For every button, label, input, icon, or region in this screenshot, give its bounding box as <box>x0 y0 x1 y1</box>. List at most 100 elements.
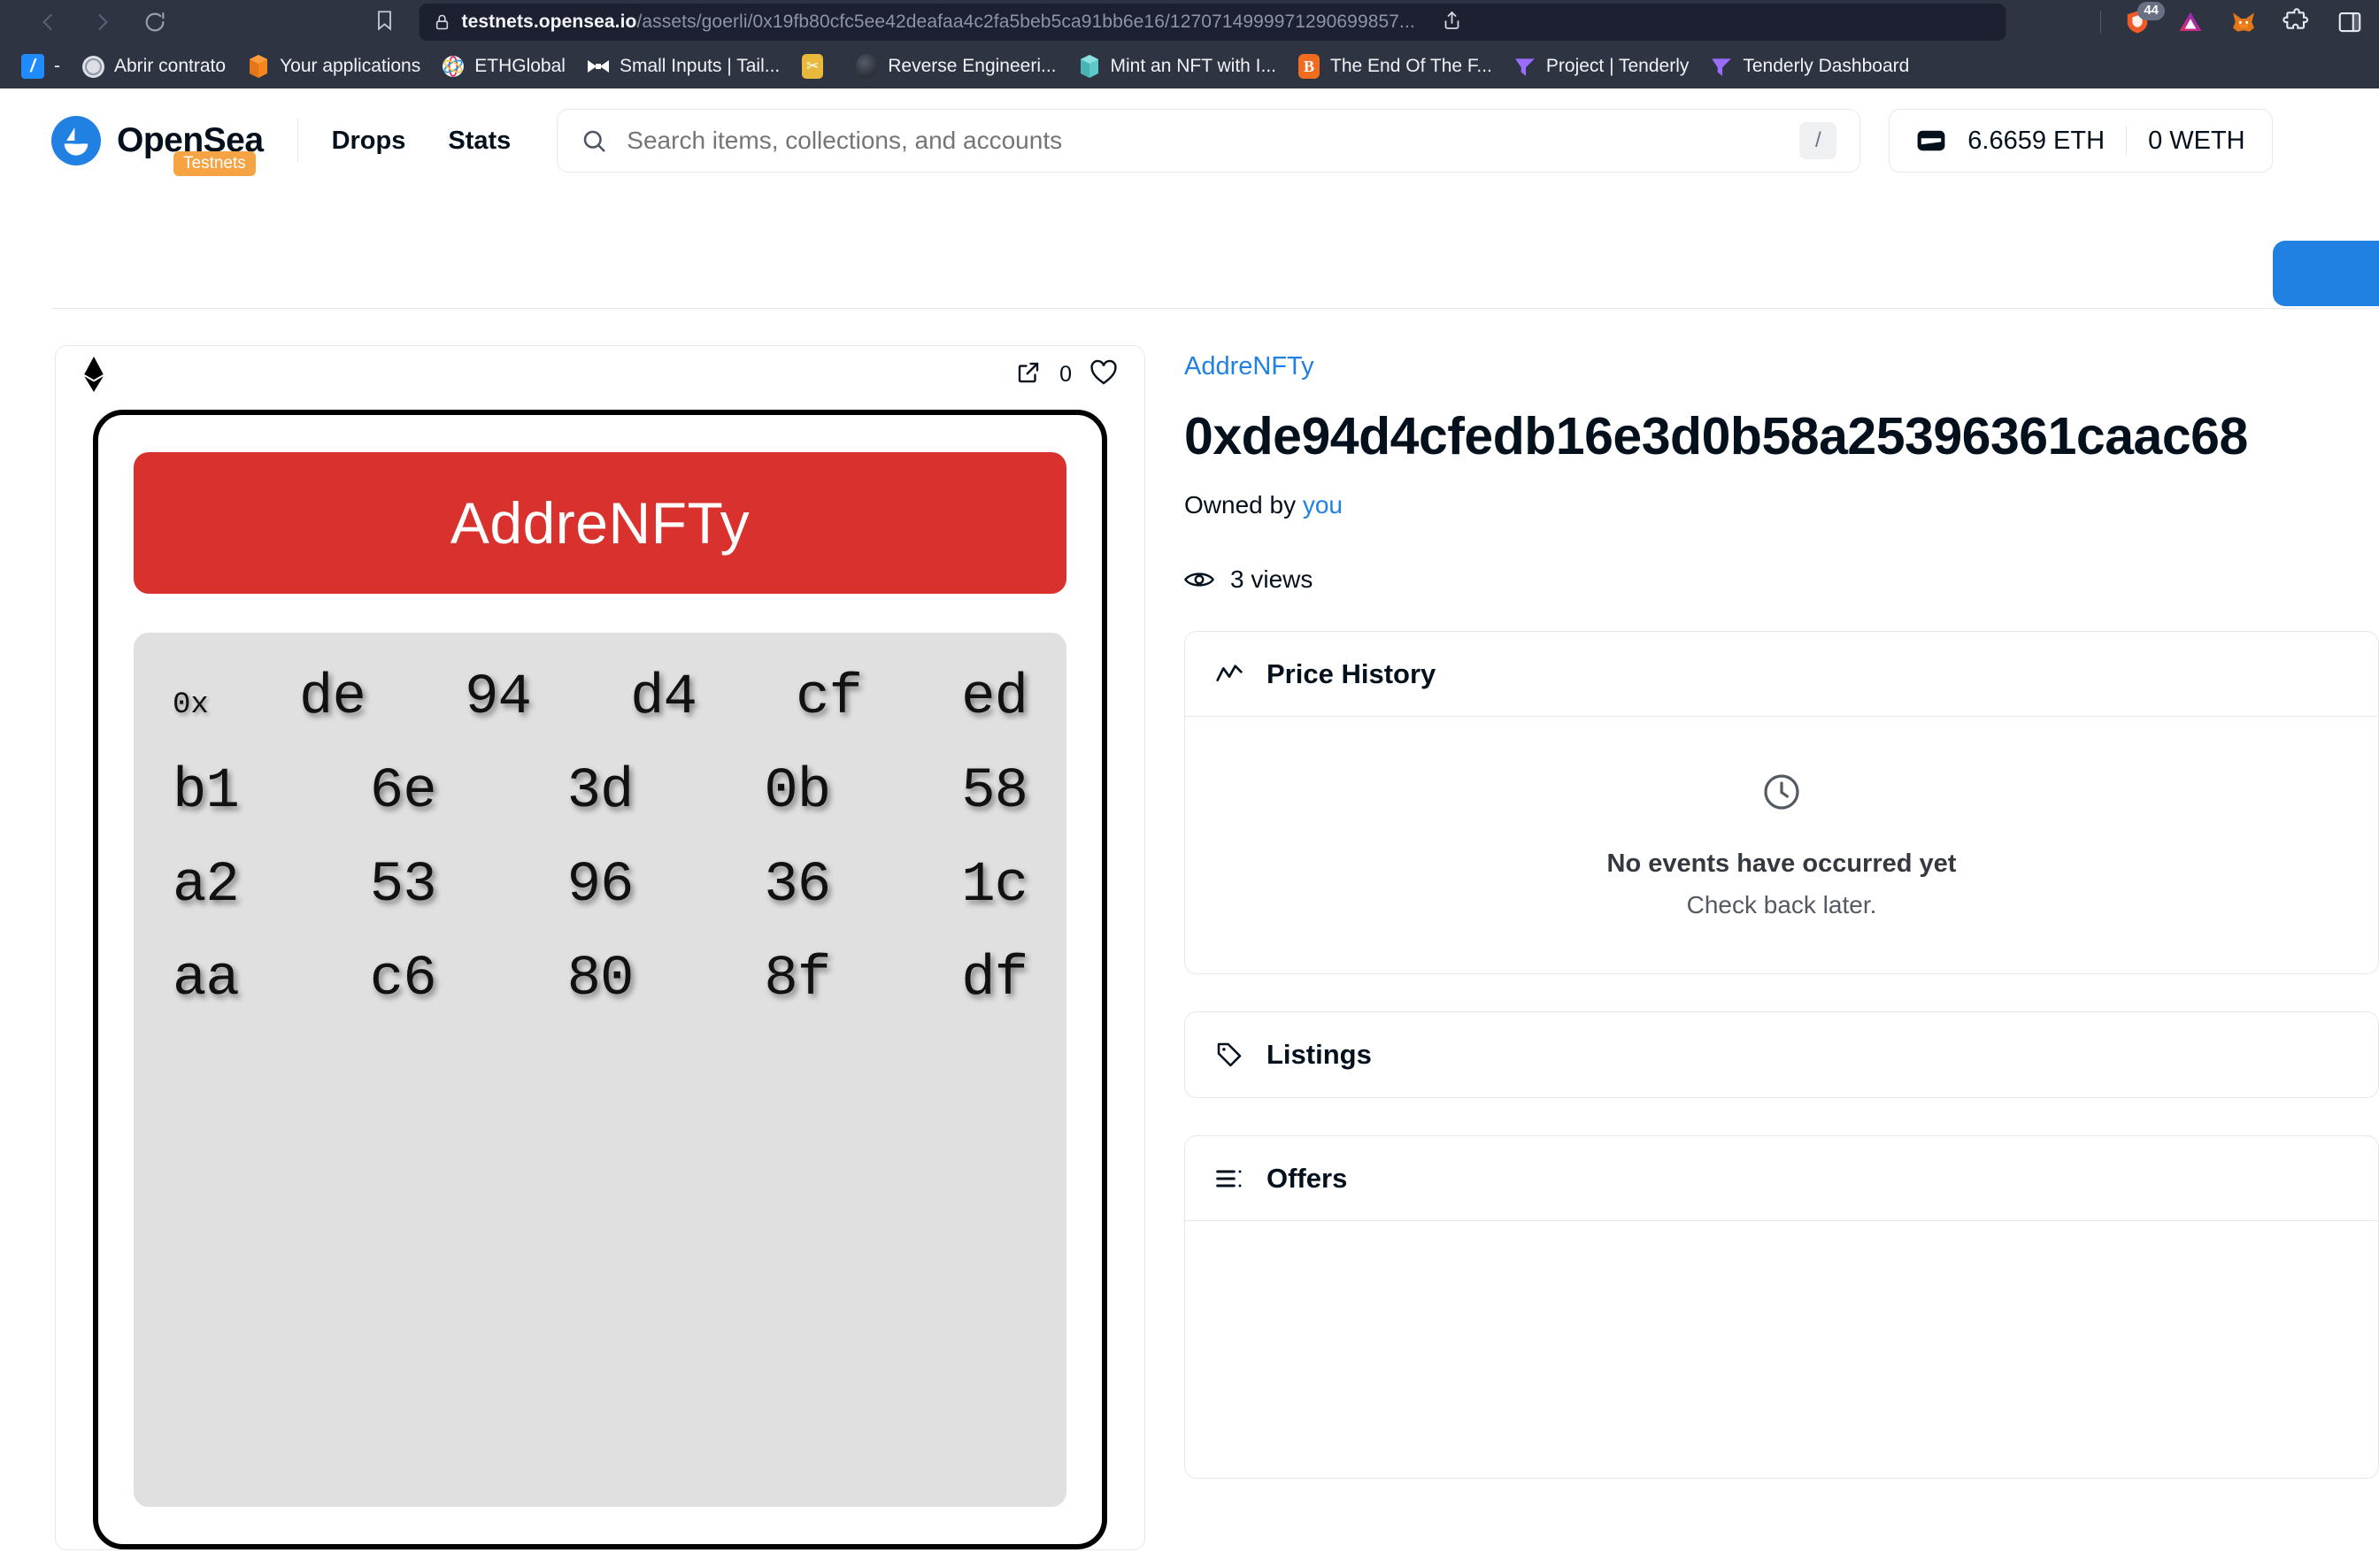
hex-cell: 96 <box>566 854 635 918</box>
owner-link[interactable]: you <box>1303 491 1343 519</box>
bookmark-item[interactable]: B The End Of The F... <box>1287 50 1503 82</box>
listings-panel: Listings <box>1184 1011 2379 1098</box>
orange-cube-favicon <box>247 55 270 78</box>
navigation-buttons <box>34 7 170 37</box>
nft-card-toolbar: 0 <box>56 346 1144 403</box>
lock-icon <box>434 12 451 32</box>
views-count: 3 views <box>1230 565 1313 593</box>
bookmark-item[interactable]: Tenderly Dashboard <box>1699 50 1920 82</box>
bookmark-label: Abrir contrato <box>114 56 227 76</box>
teal-cube-favicon <box>1078 55 1101 78</box>
hex-cell: ed <box>961 666 1028 730</box>
price-history-header[interactable]: Price History <box>1185 632 2378 717</box>
toolbar-divider <box>2100 11 2101 34</box>
hex-cell: 3d <box>566 760 635 824</box>
bookmark-item[interactable]: ✂ <box>790 50 844 82</box>
brave-rewards-triangle-icon[interactable] <box>2174 5 2207 39</box>
nft-card-actions: 0 <box>1015 359 1118 390</box>
hex-cell: 80 <box>566 948 635 1011</box>
brave-shields-icon[interactable]: 44 <box>2121 2 2165 39</box>
primary-nav: Drops Stats <box>332 127 512 156</box>
bookmark-item[interactable]: Reverse Engineeri... <box>844 50 1066 82</box>
hex-row: b1 6e 3d 0b 58 <box>160 760 1040 824</box>
heart-icon[interactable] <box>1089 359 1118 390</box>
price-history-empty-state: No events have occurred yet Check back l… <box>1185 717 2378 973</box>
ethglobal-favicon <box>442 55 465 78</box>
forward-arrow-icon[interactable] <box>87 7 117 37</box>
nav-item-stats[interactable]: Stats <box>448 127 511 156</box>
hex-prefix: 0x <box>173 688 209 722</box>
hex-cell: 58 <box>961 760 1028 824</box>
bookmark-item[interactable]: ETHGlobal <box>431 50 576 82</box>
hex-cell: d4 <box>630 666 697 730</box>
bookmark-label: The End Of The F... <box>1330 56 1492 76</box>
gold-favicon: ✂ <box>801 54 824 79</box>
primary-action-button[interactable] <box>2273 241 2379 306</box>
search-icon <box>581 127 607 154</box>
hex-cell: de <box>299 666 366 730</box>
bookmarks-bar: / - Abrir contrato Your applications ETH <box>0 44 2379 88</box>
tag-icon <box>1215 1041 1243 1069</box>
search-input[interactable] <box>627 127 1781 155</box>
asset-content: 0 AddreNFTy 0x de 94 d4 cf ed b1 6e 3d 0… <box>0 345 2379 1550</box>
bookmark-label: - <box>54 56 60 76</box>
page-title: 0xde94d4cfedb16e3d0b58a25396361caac68 <box>1184 407 2248 465</box>
hex-cell: b1 <box>173 760 240 824</box>
hex-cell: 94 <box>465 666 532 730</box>
extensions-puzzle-icon[interactable] <box>2280 5 2314 39</box>
toolbar-extensions: 44 <box>2100 2 2367 39</box>
offers-body <box>1185 1221 2378 1478</box>
tenderly-favicon <box>1513 55 1536 78</box>
weth-balance: 0 WETH <box>2148 126 2245 155</box>
list-icon <box>1215 1167 1243 1190</box>
offers-panel: Offers <box>1184 1135 2379 1479</box>
bookmark-item[interactable]: Your applications <box>236 50 431 82</box>
back-arrow-icon[interactable] <box>34 7 64 37</box>
hex-cell: c6 <box>369 948 437 1011</box>
collection-link[interactable]: AddreNFTy <box>1184 352 1314 381</box>
bookmark-item[interactable]: Mint an NFT with I... <box>1067 50 1288 82</box>
bookmark-item[interactable]: / - <box>11 50 71 82</box>
sidebar-toggle-icon[interactable] <box>2333 5 2367 39</box>
views-row: 3 views <box>1184 565 2379 594</box>
hex-cell: 1c <box>961 854 1028 918</box>
wallet-balance-pill[interactable]: 6.6659 ETH 0 WETH <box>1889 109 2273 173</box>
favorite-count: 0 <box>1059 361 1072 387</box>
price-history-panel: Price History No events have occurred ye… <box>1184 631 2379 974</box>
blue-slash-favicon: / <box>21 54 44 79</box>
empty-state-subtitle: Check back later. <box>1686 891 1877 919</box>
hex-cell: aa <box>173 948 240 1011</box>
ethereum-logo-icon <box>82 357 105 392</box>
bookmark-icon[interactable] <box>373 8 396 37</box>
bookmark-item[interactable]: Small Inputs | Tail... <box>576 50 790 82</box>
opensea-page: OpenSea Testnets Drops Stats / <box>0 88 2379 1550</box>
empty-state-title: No events have occurred yet <box>1606 849 1957 878</box>
reload-icon[interactable] <box>140 7 170 37</box>
address-bar-container: testnets.opensea.io/assets/goerli/0x19fb… <box>373 4 2006 41</box>
share-icon[interactable] <box>1442 9 1463 36</box>
external-link-icon[interactable] <box>1015 359 1042 390</box>
metamask-fox-icon[interactable] <box>2227 5 2260 39</box>
offers-header[interactable]: Offers <box>1185 1136 2378 1221</box>
wallet-icon <box>1916 128 1946 153</box>
opensea-logo[interactable]: OpenSea Testnets <box>51 116 264 176</box>
bookmark-label: Small Inputs | Tail... <box>619 56 781 76</box>
offers-title: Offers <box>1266 1162 1348 1194</box>
nft-artwork: AddreNFTy 0x de 94 d4 cf ed b1 6e 3d 0b … <box>93 410 1107 1549</box>
site-header: OpenSea Testnets Drops Stats / <box>0 88 2379 193</box>
address-bar[interactable]: testnets.opensea.io/assets/goerli/0x19fb… <box>419 4 2006 41</box>
hex-cell: cf <box>796 666 863 730</box>
bookmark-item[interactable]: Project | Tenderly <box>1503 50 1699 82</box>
nav-item-drops[interactable]: Drops <box>332 127 406 156</box>
hex-row: a2 53 96 36 1c <box>160 854 1040 918</box>
bookmark-label: Tenderly Dashboard <box>1743 56 1910 76</box>
bookmark-label: Mint an NFT with I... <box>1110 56 1277 76</box>
asset-details-column: AddreNFTy 0xde94d4cfedb16e3d0b58a2539636… <box>1184 345 2379 1550</box>
price-history-title: Price History <box>1266 657 1436 689</box>
bookmark-item[interactable]: Abrir contrato <box>71 50 236 82</box>
browser-toolbar: testnets.opensea.io/assets/goerli/0x19fb… <box>0 0 2379 44</box>
eth-balance: 6.6659 ETH <box>1967 126 2106 155</box>
search-box[interactable]: / <box>557 109 1861 173</box>
testnets-badge: Testnets <box>173 151 256 176</box>
listings-header[interactable]: Listings <box>1185 1012 2378 1097</box>
